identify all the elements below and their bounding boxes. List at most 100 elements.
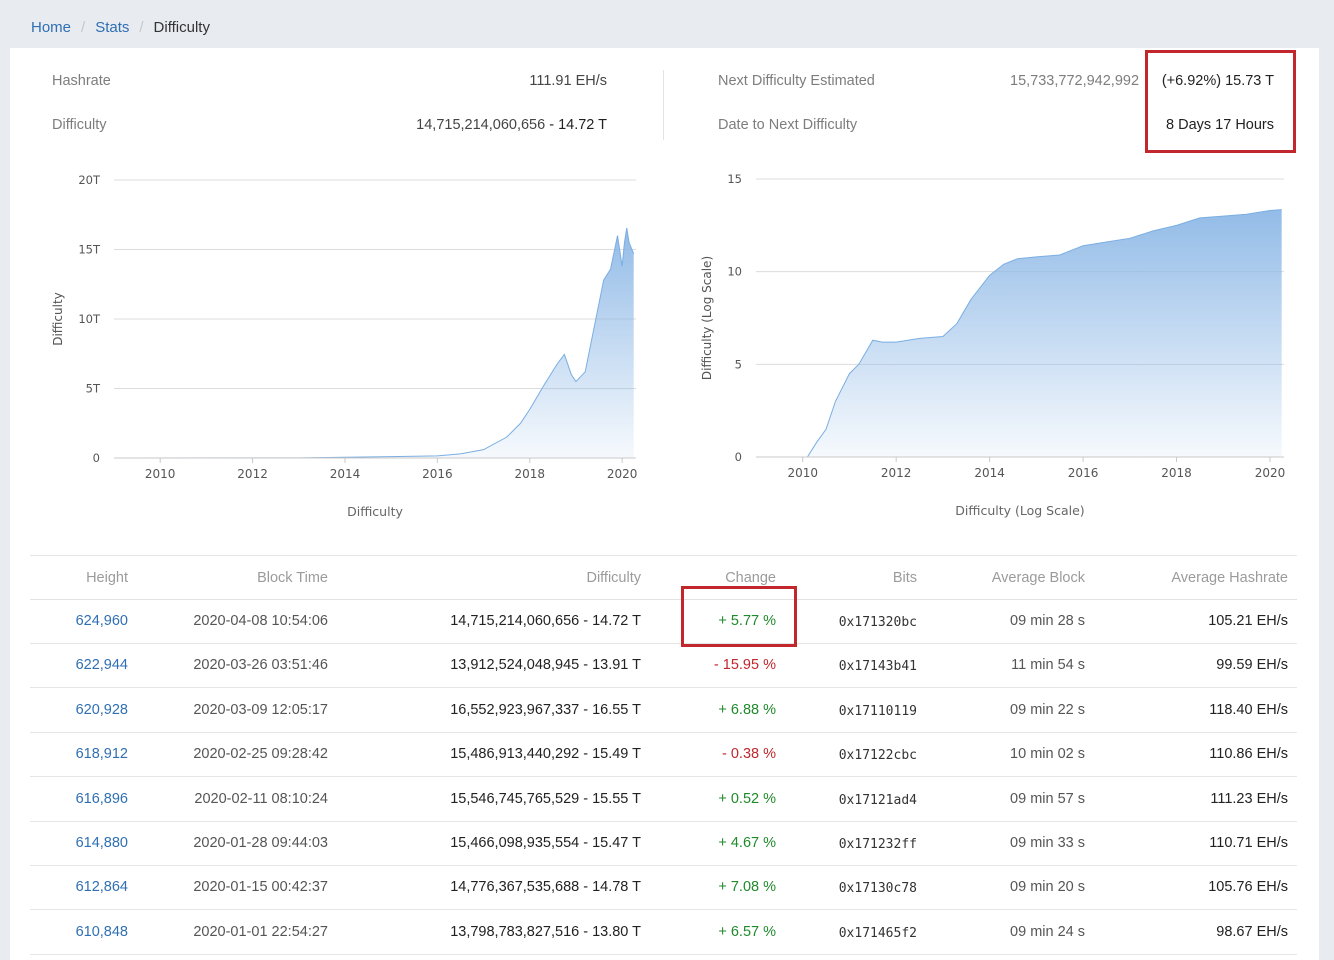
cell-change: + 7.08 % xyxy=(718,879,776,896)
cell-block-time: 2020-03-09 12:05:17 xyxy=(193,701,328,718)
cell-height[interactable]: 618,912 xyxy=(76,746,128,762)
cell-bits: 0x17110119 xyxy=(838,703,917,719)
cell-height[interactable]: 616,896 xyxy=(76,791,128,807)
cell-height[interactable]: 620,928 xyxy=(76,702,128,718)
cell-height[interactable]: 614,880 xyxy=(76,835,128,851)
difficulty-chart: 0 5T 10T 15T 20T 2010 2012 2014 2016 2018 2020 Diff… xyxy=(51,173,637,519)
x-tick-label: 2020 xyxy=(1255,466,1286,480)
table-row: 614,880 2020-01-28 09:44:03 15,466,098,935… xyxy=(30,822,1297,866)
table-row: 612,864 2020-01-15 00:42:37 14,776,367,535… xyxy=(30,866,1297,911)
cell-average-hashrate: 110.71 EH/s xyxy=(1209,835,1288,851)
cell-change: + 4.67 % xyxy=(718,835,776,851)
cell-height[interactable]: 622,944 xyxy=(76,657,128,673)
cell-height[interactable]: 610,848 xyxy=(76,924,128,940)
stats-divider xyxy=(663,70,664,140)
cell-average-hashrate: 99.59 EH/s xyxy=(1216,657,1288,674)
column-header-bits[interactable]: Bits xyxy=(893,570,917,586)
difficulty-panel: Hashrate 111.91 EH/s Difficulty 14,715,2… xyxy=(10,48,1319,960)
area-fill xyxy=(756,209,1282,457)
cell-block-time: 2020-02-25 09:28:42 xyxy=(193,746,328,763)
cell-average-block: 09 min 33 s xyxy=(1010,835,1085,851)
cell-difficulty: 15,486,913,440,292 - 15.49 T xyxy=(450,746,641,763)
breadcrumb-stats-link[interactable]: Stats xyxy=(95,19,129,36)
cell-block-time: 2020-04-08 10:54:06 xyxy=(193,613,328,629)
cell-average-hashrate: 98.67 EH/s xyxy=(1216,923,1288,940)
cell-average-block: 09 min 22 s xyxy=(1010,701,1085,718)
cell-change: + 0.52 % xyxy=(718,790,776,807)
breadcrumb-home-link[interactable]: Home xyxy=(31,19,71,36)
cell-block-time: 2020-01-01 22:54:27 xyxy=(193,923,328,940)
cell-difficulty: 14,715,214,060,656 - 14.72 T xyxy=(450,613,641,629)
next-difficulty-value: 15,733,772,942,992 xyxy=(1010,73,1140,89)
table-row: 620,928 2020-03-09 12:05:17 16,552,923,967… xyxy=(30,689,1297,733)
cell-change: - 0.38 % xyxy=(722,746,776,763)
column-header-block-time[interactable]: Block Time xyxy=(257,570,328,586)
column-header-average-block[interactable]: Average Block xyxy=(992,570,1085,586)
cell-block-time: 2020-02-11 08:10:24 xyxy=(194,790,328,807)
column-header-average-hashrate[interactable]: Average Hashrate xyxy=(1171,570,1288,586)
y-tick-label: 10 xyxy=(727,265,742,279)
x-tick-label: 2018 xyxy=(514,467,545,481)
cell-average-hashrate: 118.40 EH/s xyxy=(1209,701,1288,718)
y-tick-label: 10T xyxy=(78,312,101,326)
y-tick-label: 0 xyxy=(735,450,742,464)
cell-average-hashrate: 105.21 EH/s xyxy=(1208,613,1288,629)
x-tick-label: 2012 xyxy=(881,466,912,480)
x-tick-label: 2018 xyxy=(1161,466,1192,480)
cell-bits: 0x17130c78 xyxy=(838,881,917,897)
table-row: 618,912 2020-02-25 09:28:42 15,486,913,440… xyxy=(30,733,1297,778)
x-tick-label: 2010 xyxy=(787,466,818,480)
table-row: 622,944 2020-03-26 03:51:46 13,912,524,048… xyxy=(30,644,1297,689)
breadcrumb: Home / Stats / Difficulty xyxy=(31,19,210,36)
table-row: 616,896 2020-02-11 08:10:24 15,546,745,765… xyxy=(30,778,1297,822)
cell-average-hashrate: 105.76 EH/s xyxy=(1208,879,1288,896)
column-header-change[interactable]: Change xyxy=(725,570,776,586)
cell-bits: 0x17121ad4 xyxy=(838,792,917,808)
area-fill xyxy=(114,227,634,458)
y-tick-label: 0 xyxy=(93,451,100,465)
date-to-next-label: Date to Next Difficulty xyxy=(718,117,858,133)
cell-average-block: 10 min 02 s xyxy=(1010,746,1085,763)
difficulty-value: 14,715,214,060,656 - 14.72 T xyxy=(416,117,607,133)
y-tick-label: 5 xyxy=(735,357,742,371)
cell-average-hashrate: 111.23 EH/s xyxy=(1210,790,1288,807)
difficulty-full: 14,715,214,060,656 xyxy=(416,117,546,133)
column-header-difficulty[interactable]: Difficulty xyxy=(586,570,641,586)
x-tick-label: 2010 xyxy=(145,467,176,481)
cell-average-block: 11 min 54 s xyxy=(1011,657,1085,674)
table-row: 610,848 2020-01-01 22:54:27 13,798,783,827… xyxy=(30,911,1297,955)
change-highlight-box xyxy=(681,586,797,647)
y-tick-label: 20T xyxy=(78,173,101,187)
y-tick-label: 15T xyxy=(78,243,101,257)
cell-bits: 0x171232ff xyxy=(838,837,917,852)
next-difficulty-label: Next Difficulty Estimated xyxy=(718,73,875,89)
cell-change: + 6.57 % xyxy=(718,923,776,940)
x-tick-label: 2014 xyxy=(330,467,361,481)
cell-change: - 15.95 % xyxy=(713,657,776,674)
cell-bits: 0x17143b41 xyxy=(838,659,917,675)
cell-difficulty: 13,912,524,048,945 - 13.91 T xyxy=(450,657,641,674)
cell-difficulty: 14,776,367,535,688 - 14.78 T xyxy=(450,879,641,896)
x-tick-label: 2016 xyxy=(1068,466,1099,480)
breadcrumb-separator: / xyxy=(139,19,144,36)
x-tick-label: 2016 xyxy=(422,467,453,481)
table-row: 624,960 2020-04-08 10:54:06 14,715,214,060… xyxy=(30,600,1297,644)
cell-block-time: 2020-03-26 03:51:46 xyxy=(193,657,328,674)
cell-bits: 0x171465f2 xyxy=(838,925,917,941)
column-header-height[interactable]: Height xyxy=(86,570,128,586)
cell-height[interactable]: 624,960 xyxy=(76,613,128,629)
hashrate-label: Hashrate xyxy=(52,73,111,89)
cell-average-block: 09 min 57 s xyxy=(1010,790,1085,807)
cell-average-hashrate: 110.86 EH/s xyxy=(1209,746,1288,763)
y-axis-label: Difficulty xyxy=(51,292,65,346)
cell-height[interactable]: 612,864 xyxy=(76,879,128,895)
cell-difficulty: 15,466,098,935,554 - 15.47 T xyxy=(450,835,641,851)
y-tick-label: 15 xyxy=(727,172,742,186)
cell-average-block: 09 min 28 s xyxy=(1010,613,1085,629)
cell-bits: 0x17122cbc xyxy=(838,748,917,764)
y-tick-label: 5T xyxy=(86,382,101,396)
cell-change: + 6.88 % xyxy=(718,701,776,718)
cell-block-time: 2020-01-28 09:44:03 xyxy=(193,835,328,851)
y-axis-label: Difficulty (Log Scale) xyxy=(700,256,714,380)
cell-block-time: 2020-01-15 00:42:37 xyxy=(193,879,328,896)
